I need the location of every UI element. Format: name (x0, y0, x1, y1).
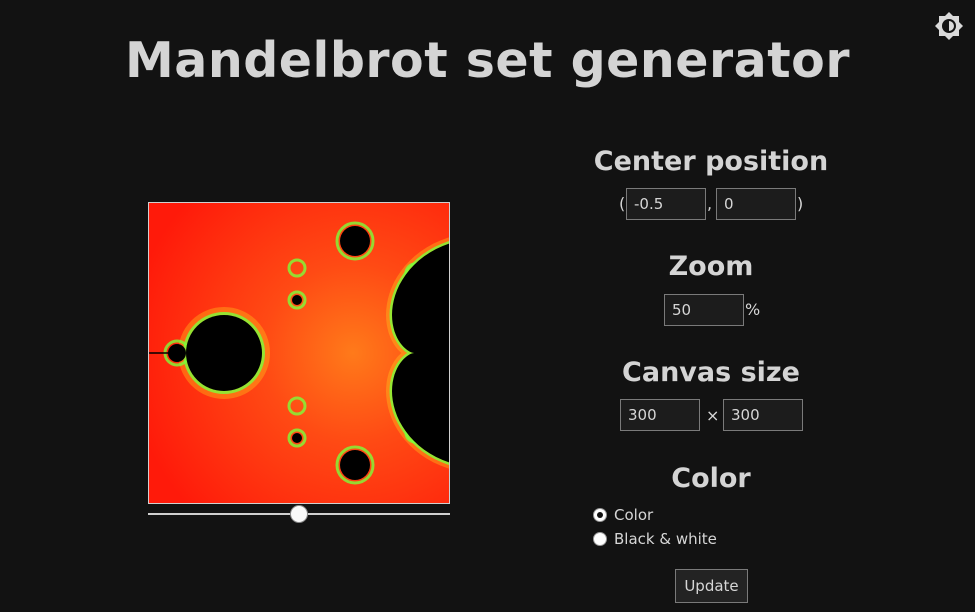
page-title: Mandelbrot set generator (125, 32, 850, 89)
center-position-heading: Center position (593, 146, 829, 177)
canvas-height-input[interactable]: 300 (723, 399, 803, 431)
center-y-input[interactable]: 0 (716, 188, 796, 220)
times-sign: × (706, 406, 720, 425)
zoom-heading: Zoom (668, 251, 754, 282)
brightness-contrast-icon (935, 12, 963, 40)
color-heading: Color (671, 463, 751, 494)
zoom-input[interactable]: 50 (664, 294, 744, 326)
mandelbrot-canvas[interactable] (148, 202, 450, 504)
close-paren: ) (797, 194, 804, 213)
render-slider[interactable] (148, 504, 450, 524)
open-paren: ( (619, 194, 626, 213)
radio-black-white[interactable] (593, 532, 607, 546)
theme-toggle-button[interactable] (933, 10, 965, 42)
radio-black-white-label: Black & white (614, 530, 717, 548)
radio-color-label: Color (614, 506, 654, 524)
radio-color[interactable] (593, 508, 607, 522)
color-option-black-white[interactable]: Black & white (592, 529, 717, 549)
comma: , (707, 194, 713, 213)
slider-thumb[interactable] (290, 505, 308, 523)
color-option-color[interactable]: Color (592, 505, 653, 525)
zoom-unit: % (745, 300, 761, 319)
center-x-input[interactable]: -0.5 (626, 188, 706, 220)
canvas-width-input[interactable]: 300 (620, 399, 700, 431)
update-button[interactable]: Update (675, 569, 748, 603)
canvas-size-heading: Canvas size (622, 357, 800, 388)
